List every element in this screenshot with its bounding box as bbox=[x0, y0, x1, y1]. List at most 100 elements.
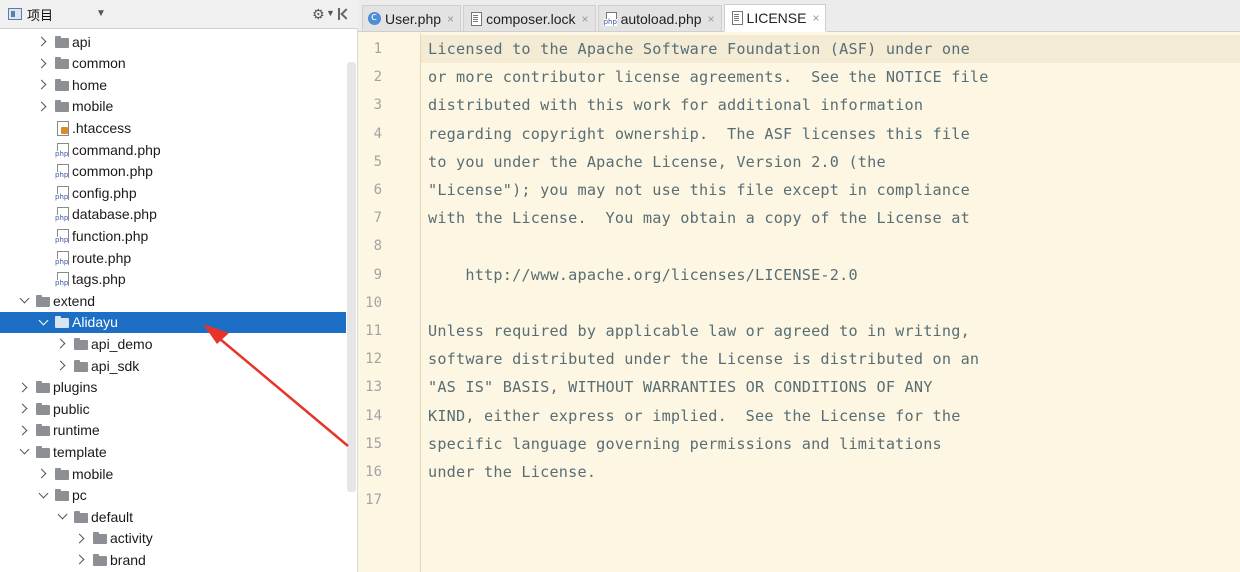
tree-item-label: pc bbox=[72, 487, 87, 504]
tree-item-function-php[interactable]: function.php bbox=[0, 225, 346, 246]
chevron-right-icon[interactable] bbox=[75, 554, 87, 566]
tree-item-label: brand bbox=[110, 551, 146, 568]
line-number: 8 bbox=[373, 238, 382, 255]
tab-license[interactable]: LICENSE × bbox=[723, 4, 827, 32]
tree-item-home[interactable]: home bbox=[0, 74, 346, 95]
tree-item-config-php[interactable]: config.php bbox=[0, 182, 346, 203]
line-number: 5 bbox=[373, 153, 382, 170]
tree-item-plugins[interactable]: plugins bbox=[0, 377, 346, 398]
tree-item-label: function.php bbox=[72, 227, 149, 244]
tree-item-api-sdk[interactable]: api_sdk bbox=[0, 355, 346, 376]
tree-item-label: api bbox=[72, 33, 91, 50]
tree-item-tags-php[interactable]: tags.php bbox=[0, 269, 346, 290]
tree-item-default[interactable]: default bbox=[0, 506, 346, 527]
line-number: 12 bbox=[365, 351, 382, 368]
code-line: with the License. You may obtain a copy … bbox=[428, 209, 970, 228]
folder-icon bbox=[55, 487, 69, 503]
folder-icon bbox=[36, 379, 50, 395]
code-area[interactable]: 1 2 3 4 5 6 7 8 9 10 11 12 13 14 15 16 17 Licensed to th… bbox=[358, 33, 1240, 572]
close-icon[interactable]: × bbox=[447, 12, 454, 26]
chevron-right-icon[interactable] bbox=[56, 360, 68, 372]
tree-item-label: extend bbox=[53, 292, 96, 309]
tab-composer-lock[interactable]: composer.lock × bbox=[463, 5, 596, 31]
chevron-right-icon[interactable] bbox=[18, 403, 30, 415]
chevron-right-icon[interactable] bbox=[75, 532, 87, 544]
chevron-down-icon[interactable] bbox=[37, 316, 49, 328]
tab-label: User.php bbox=[385, 10, 442, 27]
tree-item-mobile[interactable]: mobile bbox=[0, 96, 346, 117]
project-tree: api common home mobile .htaccess command.php c… bbox=[0, 29, 346, 572]
tree-item-htaccess[interactable]: .htaccess bbox=[0, 117, 346, 138]
tree-item-brand[interactable]: brand bbox=[0, 549, 346, 570]
chevron-right-icon[interactable] bbox=[37, 57, 49, 69]
tree-item-api[interactable]: api bbox=[0, 31, 346, 52]
php-file-icon bbox=[55, 250, 69, 266]
hide-panel-icon[interactable] bbox=[338, 7, 352, 21]
chevron-down-icon[interactable] bbox=[37, 489, 49, 501]
tree-item-label: database.php bbox=[72, 206, 157, 223]
folder-icon bbox=[93, 530, 107, 546]
chevron-right-icon[interactable] bbox=[56, 338, 68, 350]
php-file-icon bbox=[55, 163, 69, 180]
close-icon[interactable]: × bbox=[582, 12, 589, 26]
tree-item-public[interactable]: public bbox=[0, 398, 346, 419]
tree-item-label: tags.php bbox=[72, 271, 126, 288]
tree-item-database-php[interactable]: database.php bbox=[0, 204, 346, 225]
code-line: or more contributor license agreements. … bbox=[428, 68, 989, 87]
close-icon[interactable]: × bbox=[812, 11, 819, 25]
tree-item-extend[interactable]: extend bbox=[0, 290, 346, 311]
chevron-down-icon[interactable] bbox=[18, 446, 30, 458]
tree-item-template[interactable]: template bbox=[0, 441, 346, 462]
editor: User.php×composer.lock×autoload.php×LICE… bbox=[358, 0, 1240, 572]
project-panel: 项目 ▼ ⚙ ▼ api common home mobile .htaccess com… bbox=[0, 0, 358, 572]
tree-item-common[interactable]: common bbox=[0, 53, 346, 74]
chevron-right-icon[interactable] bbox=[37, 100, 49, 112]
php-file-icon bbox=[55, 271, 69, 288]
tree-item-command-php[interactable]: command.php bbox=[0, 139, 346, 160]
chevron-right-icon[interactable] bbox=[18, 424, 30, 436]
project-panel-header: 项目 ▼ ⚙ ▼ bbox=[0, 0, 358, 29]
line-number: 16 bbox=[365, 464, 382, 480]
tree-item-route-php[interactable]: route.php bbox=[0, 247, 346, 268]
tree-item-mobile[interactable]: mobile bbox=[0, 463, 346, 484]
editor-tab-bar: User.php×composer.lock×autoload.php×LICE… bbox=[358, 0, 1240, 32]
chevron-right-icon[interactable] bbox=[37, 36, 49, 48]
chevron-right-icon[interactable] bbox=[37, 468, 49, 480]
line-number: 3 bbox=[373, 97, 382, 114]
project-icon bbox=[8, 8, 22, 20]
code-line: software distributed under the License i… bbox=[428, 350, 980, 369]
tree-item-activity[interactable]: activity bbox=[0, 528, 346, 549]
chevron-down-icon[interactable] bbox=[56, 511, 68, 523]
tree-item-label: api_demo bbox=[91, 335, 153, 352]
code-line: Licensed to the Apache Software Foundati… bbox=[428, 40, 970, 58]
tree-item-alidayu[interactable]: Alidayu bbox=[0, 311, 346, 333]
close-icon[interactable]: × bbox=[708, 12, 715, 26]
line-number: 7 bbox=[373, 210, 382, 227]
tree-item-common-php[interactable]: common.php bbox=[0, 161, 346, 182]
folder-icon bbox=[55, 466, 69, 482]
tree-item-label: plugins bbox=[53, 379, 98, 396]
line-number: 15 bbox=[365, 435, 382, 452]
project-panel-title[interactable]: 项目 bbox=[27, 5, 53, 24]
tree-item-label: public bbox=[53, 400, 90, 417]
tree-item-label: command.php bbox=[72, 141, 161, 158]
tree-item-runtime[interactable]: runtime bbox=[0, 420, 346, 441]
chevron-down-icon[interactable]: ▼ bbox=[96, 8, 106, 19]
tab-autoload-php[interactable]: autoload.php × bbox=[597, 5, 722, 31]
gear-icon[interactable]: ⚙ bbox=[312, 6, 325, 23]
tree-item-label: runtime bbox=[53, 422, 100, 439]
chevron-right-icon[interactable] bbox=[37, 79, 49, 91]
chevron-right-icon[interactable] bbox=[18, 381, 30, 393]
tab-label: LICENSE bbox=[746, 9, 807, 26]
tree-scrollbar[interactable] bbox=[347, 62, 356, 492]
text-file-icon bbox=[730, 11, 743, 25]
line-number: 11 bbox=[365, 323, 382, 339]
chevron-down-icon[interactable] bbox=[18, 295, 30, 307]
tab-user-php[interactable]: User.php × bbox=[362, 5, 462, 31]
tree-item-pc[interactable]: pc bbox=[0, 485, 346, 506]
gear-menu-caret-icon[interactable]: ▼ bbox=[326, 8, 335, 18]
folder-icon bbox=[74, 358, 88, 374]
folder-icon bbox=[36, 293, 50, 309]
tree-item-api-demo[interactable]: api_demo bbox=[0, 333, 346, 354]
php-file-icon bbox=[55, 142, 69, 158]
